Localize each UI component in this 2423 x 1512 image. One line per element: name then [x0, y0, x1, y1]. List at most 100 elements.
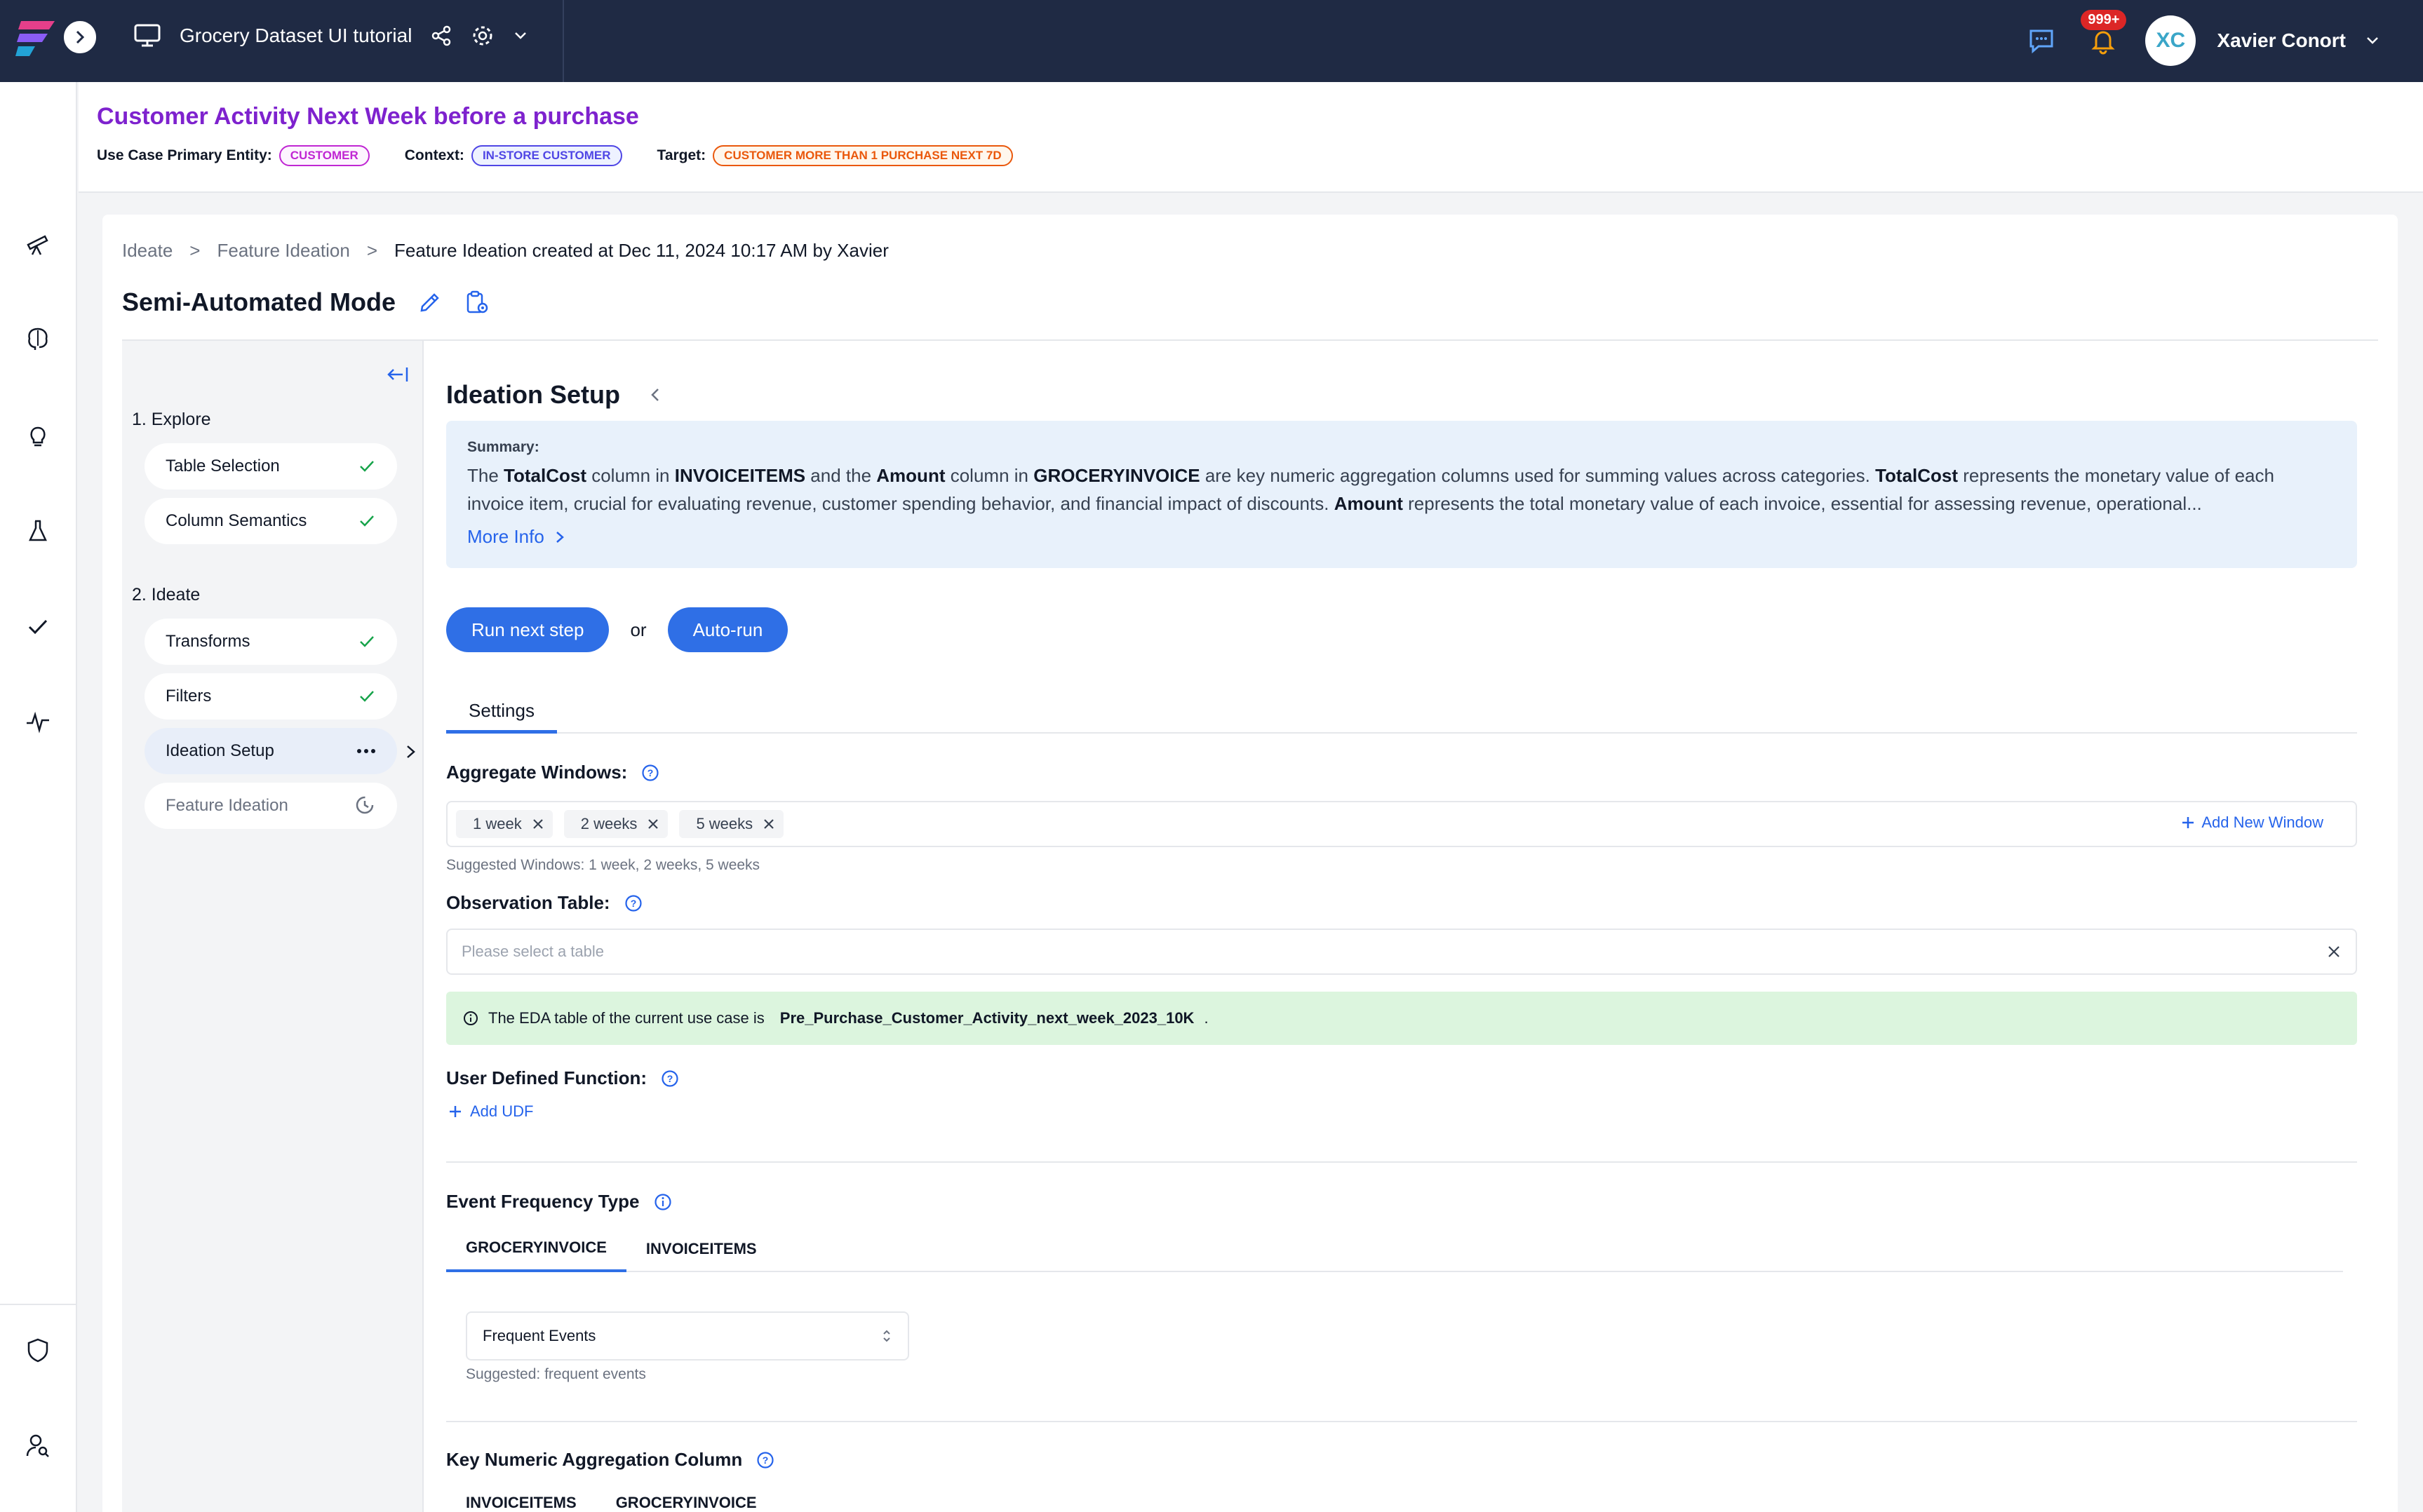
aggregate-windows-field: Aggregate Windows: ? [446, 762, 659, 783]
clipboard-settings-icon[interactable] [464, 290, 490, 315]
window-chip: 2 weeks [563, 810, 669, 838]
chevron-down-icon[interactable] [513, 28, 528, 43]
use-case-title[interactable]: Customer Activity Next Week before a pur… [97, 103, 639, 130]
window-chip: 5 weeks [679, 810, 784, 838]
step-transforms[interactable]: Transforms [145, 619, 397, 665]
plus-icon [450, 1106, 461, 1117]
tab-settings[interactable]: Settings [446, 694, 557, 734]
check-icon[interactable] [24, 612, 52, 640]
project-selector[interactable]: Grocery Dataset UI tutorial [133, 23, 528, 48]
step-label: Table Selection [166, 457, 280, 475]
auto-run-button[interactable]: Auto-run [667, 607, 788, 652]
breadcrumb-ideate[interactable]: Ideate [122, 240, 173, 262]
brain-icon[interactable] [24, 325, 52, 353]
breadcrumb-current: Feature Ideation created at Dec 11, 2024… [394, 240, 889, 261]
notification-badge: 999+ [2081, 10, 2127, 30]
collapse-panel-icon[interactable] [386, 365, 410, 384]
observation-table-select[interactable]: Please select a table [446, 929, 2357, 975]
svg-text:?: ? [647, 767, 654, 778]
more-dots-icon [357, 749, 375, 753]
step-label: Transforms [166, 632, 250, 651]
telescope-icon[interactable] [24, 229, 52, 257]
aggregate-windows-input[interactable]: 1 week 2 weeks 5 weeks Add New Window [446, 801, 2357, 847]
mode-header: Semi-Automated Mode [122, 288, 490, 317]
event-frequency-field: Event Frequency Type [446, 1191, 672, 1213]
help-icon[interactable]: ? [624, 894, 643, 912]
check-icon [360, 636, 374, 647]
more-info-link[interactable]: More Info [467, 526, 2336, 548]
step-feature-ideation[interactable]: Feature Ideation [145, 783, 397, 829]
breadcrumb: Ideate > Feature Ideation > Feature Idea… [122, 240, 889, 262]
help-icon[interactable]: ? [756, 1451, 774, 1469]
add-udf-button[interactable]: Add UDF [448, 1102, 533, 1121]
step-column-semantics[interactable]: Column Semantics [145, 498, 397, 544]
summary-panel: Summary: The TotalCost column in INVOICE… [446, 421, 2357, 568]
primary-entity-badge: CUSTOMER [278, 145, 370, 166]
gear-icon[interactable] [471, 24, 495, 48]
help-icon[interactable]: ? [641, 764, 659, 782]
notifications-button[interactable]: 999+ [2081, 10, 2127, 55]
share-icon[interactable] [430, 25, 452, 47]
step-filters[interactable]: Filters [145, 673, 397, 720]
user-menu-chevron-icon[interactable] [2364, 32, 2381, 49]
tab-invoiceitems[interactable]: INVOICEITEMS [626, 1226, 777, 1272]
section-divider [446, 1161, 2357, 1163]
step-label: Feature Ideation [166, 796, 288, 815]
run-next-step-button[interactable]: Run next step [446, 607, 610, 652]
step-ideation-setup[interactable]: Ideation Setup [145, 728, 397, 774]
info-icon [464, 1011, 478, 1025]
main-card: Ideate > Feature Ideation > Feature Idea… [102, 215, 2398, 1512]
summary-text: The TotalCost column in INVOICEITEMS and… [467, 465, 2274, 514]
chevron-left-icon[interactable] [648, 386, 662, 403]
ideate-section-label: 2. Ideate [132, 585, 201, 605]
primary-entity-label: Use Case Primary Entity: [97, 147, 272, 163]
edit-icon[interactable] [418, 290, 442, 314]
bell-icon [2091, 31, 2116, 55]
close-icon[interactable] [647, 818, 659, 830]
breadcrumb-separator: > [366, 240, 378, 261]
step-table-selection[interactable]: Table Selection [145, 443, 397, 490]
avatar[interactable]: XC [2145, 15, 2196, 66]
ideation-setup-title: Ideation Setup [446, 380, 621, 409]
explore-section-label: 1. Explore [132, 410, 211, 429]
step-label: Filters [166, 687, 212, 706]
app-logo[interactable] [15, 15, 60, 60]
key-numeric-tabs: INVOICEITEMS GROCERYINVOICE [446, 1480, 2343, 1512]
expand-sidebar-button[interactable] [62, 19, 98, 55]
close-icon[interactable] [763, 818, 775, 830]
breadcrumb-feature-ideation[interactable]: Feature Ideation [217, 240, 349, 262]
chat-icon[interactable] [2027, 27, 2055, 55]
shield-icon[interactable] [24, 1336, 52, 1364]
user-search-icon[interactable] [24, 1431, 52, 1459]
step-label: Ideation Setup [166, 741, 274, 760]
observation-table-field: Observation Table: ? [446, 892, 643, 914]
suggested-windows-hint: Suggested Windows: 1 week, 2 weeks, 5 we… [446, 857, 760, 873]
event-frequency-tabs: GROCERYINVOICE INVOICEITEMS [446, 1226, 2343, 1272]
chevron-right-icon [76, 30, 85, 44]
frequency-type-select[interactable]: Frequent Events [466, 1311, 909, 1361]
activity-icon[interactable] [24, 708, 52, 736]
svg-text:?: ? [763, 1454, 769, 1466]
rail-divider [0, 1304, 76, 1305]
tab-groceryinvoice[interactable]: GROCERYINVOICE [596, 1480, 777, 1512]
lightbulb-icon[interactable] [24, 421, 52, 450]
section-divider [446, 1421, 2357, 1422]
add-new-window-button[interactable]: Add New Window [2180, 814, 2323, 832]
tab-invoiceitems[interactable]: INVOICEITEMS [446, 1480, 596, 1512]
close-icon[interactable] [532, 818, 544, 830]
chevron-right-icon [556, 531, 564, 543]
run-actions: Run next step or Auto-run [446, 607, 788, 652]
flask-icon[interactable] [24, 517, 52, 545]
or-text: or [630, 619, 647, 640]
left-nav-rail [0, 82, 77, 1512]
summary-label: Summary: [467, 439, 539, 455]
tab-groceryinvoice[interactable]: GROCERYINVOICE [446, 1226, 626, 1272]
help-icon[interactable]: ? [661, 1069, 679, 1088]
info-icon[interactable] [654, 1193, 672, 1211]
observation-table-placeholder: Please select a table [462, 943, 605, 960]
clear-icon[interactable] [2326, 944, 2342, 959]
context-badge: IN-STORE CUSTOMER [471, 145, 622, 166]
user-name[interactable]: Xavier Conort [2217, 29, 2346, 52]
top-bar: Grocery Dataset UI tutorial 999+ XC Xavi… [0, 0, 2423, 82]
target-label: Target: [657, 147, 706, 163]
